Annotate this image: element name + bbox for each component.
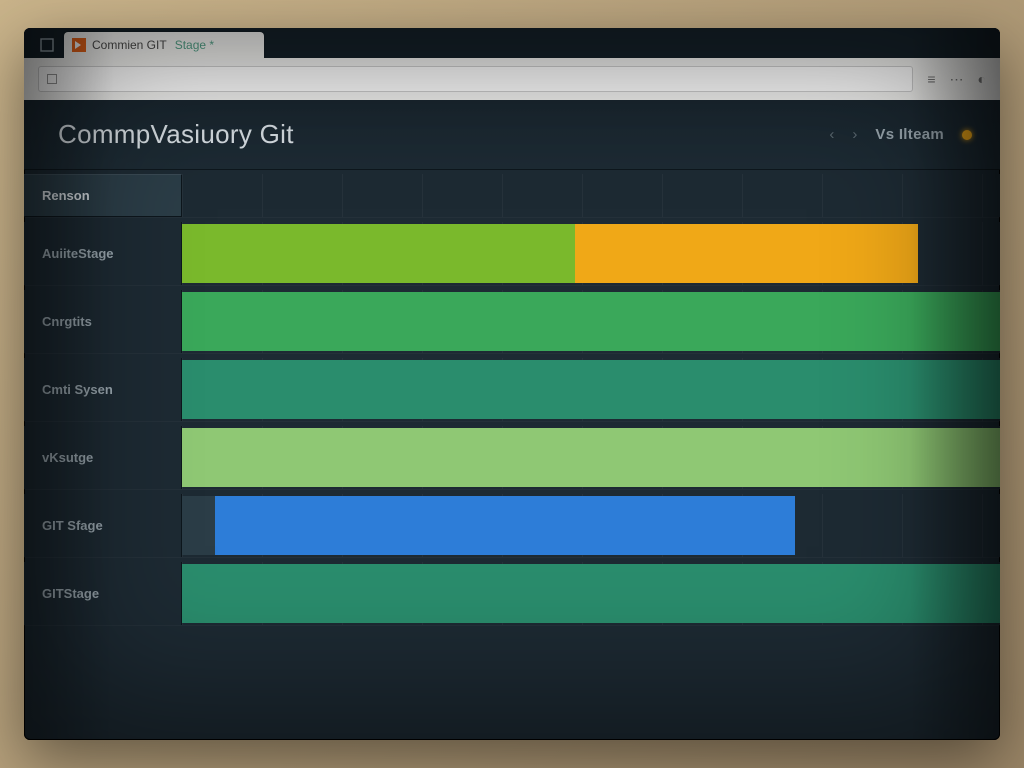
bar-segment[interactable] <box>182 496 215 555</box>
chart-area: Renson AuiiteStage Cnrgtits Cmti Sysen vKsut… <box>24 170 1000 740</box>
chart-row: Cmti Sysen <box>24 358 1000 422</box>
bar-segment[interactable] <box>771 496 796 555</box>
address-bar[interactable] <box>38 66 913 92</box>
app-header: CommpVasiuory Git ‹ › Vs Ilteam <box>24 100 1000 170</box>
row-label-text: GITStage <box>42 586 99 601</box>
bar-segment[interactable] <box>182 564 1000 623</box>
row-label-text: GIT Sfage <box>42 518 103 533</box>
chevron-right-icon[interactable]: › <box>852 126 857 143</box>
tab-strip: Commien GIT Stage * <box>24 28 1000 58</box>
row-label: GIT Sfage <box>24 494 182 557</box>
more-icon[interactable]: ⋯ <box>950 71 964 88</box>
browser-chrome: Commien GIT Stage * ≡ ⋯ ◐ <box>24 28 1000 100</box>
window-menu-icon[interactable] <box>40 38 54 52</box>
row-label: Cmti Sysen <box>24 358 182 421</box>
header-right-label: Vs Ilteam <box>875 126 944 143</box>
menu-icon[interactable]: ≡ <box>927 71 935 88</box>
row-label: AuiiteStage <box>24 222 182 285</box>
row-track <box>182 562 1000 625</box>
site-identity-icon <box>47 74 57 84</box>
tab-title: Commien GIT <box>92 38 167 52</box>
row-label-text: AuiiteStage <box>42 246 114 261</box>
row-label-text: Cnrgtits <box>42 314 92 329</box>
chart-row: vKsutge <box>24 426 1000 490</box>
bar-segment[interactable] <box>182 292 1000 351</box>
tab-suffix: Stage * <box>175 38 214 52</box>
row-label: GITStage <box>24 562 182 625</box>
chart-header-text: Renson <box>42 188 90 203</box>
row-track <box>182 494 1000 557</box>
app-window: Commien GIT Stage * ≡ ⋯ ◐ CommpVasiuory … <box>24 28 1000 740</box>
bar-segment[interactable] <box>182 224 575 283</box>
row-label-text: vKsutge <box>42 450 93 465</box>
profile-icon[interactable]: ◐ <box>978 71 986 88</box>
header-right: ‹ › Vs Ilteam <box>829 126 972 143</box>
toolbar-icons: ≡ ⋯ ◐ <box>927 71 986 88</box>
row-track <box>182 426 1000 489</box>
bar-segment[interactable] <box>182 428 1000 487</box>
browser-tab[interactable]: Commien GIT Stage * <box>64 32 264 58</box>
row-label-text: Cmti Sysen <box>42 382 113 397</box>
bar-segment[interactable] <box>182 360 1000 419</box>
chevron-left-icon[interactable]: ‹ <box>829 126 834 143</box>
chart-header-row: Renson <box>24 174 1000 218</box>
chart-row: AuiiteStage <box>24 222 1000 286</box>
row-track <box>182 290 1000 353</box>
bar-segment[interactable] <box>215 496 771 555</box>
row-track <box>182 222 1000 285</box>
row-label: vKsutge <box>24 426 182 489</box>
chart-header-track <box>182 174 1000 217</box>
chart-header-label: Renson <box>24 174 182 217</box>
row-track <box>182 358 1000 421</box>
chart-row: Cnrgtits <box>24 290 1000 354</box>
chart-row: GITStage <box>24 562 1000 626</box>
address-row: ≡ ⋯ ◐ <box>24 58 1000 100</box>
tab-favicon-play-icon <box>72 38 86 52</box>
bar-segment[interactable] <box>575 224 919 283</box>
row-label: Cnrgtits <box>24 290 182 353</box>
status-dot-icon <box>962 130 972 140</box>
page-title: CommpVasiuory Git <box>58 119 294 150</box>
chart-row: GIT Sfage <box>24 494 1000 558</box>
